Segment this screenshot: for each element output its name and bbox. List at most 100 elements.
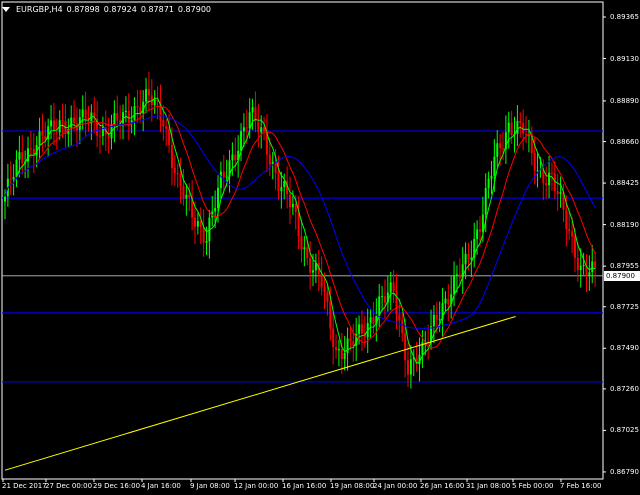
bull-candle	[251, 107, 254, 113]
bear-candle	[297, 212, 300, 237]
bear-candle	[395, 291, 398, 315]
bear-candle	[576, 257, 579, 270]
bear-candle	[326, 292, 329, 302]
bear-candle	[21, 152, 24, 164]
bear-candle	[352, 341, 355, 346]
bull-candle	[214, 207, 217, 212]
bull-candle	[432, 314, 435, 327]
bear-candle	[401, 320, 404, 334]
bull-candle	[217, 187, 220, 208]
bull-candle	[240, 131, 243, 151]
bear-candle	[9, 178, 12, 180]
bear-candle	[309, 258, 312, 273]
bull-candle	[389, 282, 392, 293]
bear-candle	[502, 148, 505, 150]
price-tick-label: 0.87260	[610, 384, 639, 393]
bear-candle	[407, 360, 410, 375]
bull-candle	[18, 152, 21, 160]
bear-candle	[199, 221, 202, 228]
time-tick-label: 19 Jan 08:00	[330, 482, 375, 490]
price-tick-label: 0.87725	[610, 302, 639, 311]
bear-candle	[323, 287, 326, 293]
chart-window[interactable]: EURGBP,H4 0.87898 0.87924 0.87871 0.8790…	[0, 0, 640, 495]
bull-candle	[476, 229, 479, 239]
close-value: 0.87900	[177, 4, 212, 14]
price-tick-label: 0.89130	[610, 54, 639, 63]
bull-candle	[225, 176, 228, 178]
bull-candle	[507, 122, 510, 133]
bear-candle	[55, 131, 58, 133]
bear-candle	[320, 273, 323, 288]
bear-candle	[329, 301, 332, 329]
price-tick-label: 0.88425	[610, 179, 639, 188]
bear-candle	[568, 229, 571, 232]
price-tick-label: 0.88190	[610, 220, 639, 229]
bull-candle	[337, 349, 340, 351]
bull-candle	[358, 324, 361, 334]
bear-candle	[288, 194, 291, 208]
high-value: 0.87924	[103, 4, 137, 14]
bull-candle	[453, 275, 456, 295]
bull-candle	[205, 241, 208, 243]
bear-candle	[294, 203, 297, 213]
bull-candle	[12, 177, 15, 180]
bear-candle	[335, 347, 338, 350]
bid-price-label: 0.87900	[604, 270, 640, 281]
bull-candle	[455, 274, 458, 276]
bear-candle	[306, 247, 309, 259]
bull-candle	[409, 359, 412, 375]
bear-candle	[116, 113, 119, 121]
bear-candle	[107, 134, 110, 139]
time-tick-label: 27 Dec 00:00	[45, 482, 93, 490]
symbol-label: EURGBP,H4	[16, 4, 63, 14]
price-tick-label: 0.87490	[610, 344, 639, 353]
bear-candle	[29, 148, 32, 150]
bull-candle	[27, 148, 30, 162]
bear-candle	[435, 314, 438, 320]
bear-candle	[510, 122, 513, 136]
bear-candle	[594, 261, 597, 270]
bull-candle	[283, 181, 286, 188]
bear-candle	[234, 154, 237, 161]
bull-candle	[484, 188, 487, 215]
bear-candle	[545, 183, 548, 186]
bull-candle	[280, 187, 283, 192]
trendline	[4, 315, 516, 471]
bear-candle	[127, 110, 130, 123]
bear-candle	[44, 135, 47, 140]
bull-candle	[493, 156, 496, 176]
bull-candle	[38, 131, 41, 146]
time-tick-label: 31 Jan 08:00	[466, 482, 511, 490]
bear-candle	[168, 129, 171, 145]
bull-candle	[81, 109, 84, 118]
collapse-triangle-icon[interactable]	[2, 6, 10, 12]
price-tick-label: 0.88660	[610, 137, 639, 146]
bear-candle	[550, 172, 553, 174]
bull-candle	[303, 247, 306, 250]
price-tick-label: 0.86790	[610, 467, 639, 476]
bear-candle	[478, 229, 481, 232]
time-tick-label: 12 Jan 00:00	[234, 482, 279, 490]
bear-candle	[533, 152, 536, 171]
bull-candle	[113, 113, 116, 125]
bear-candle	[565, 209, 568, 230]
bear-candle	[245, 127, 248, 129]
bear-candle	[467, 253, 470, 260]
time-tick-label: 4 Jan 16:00	[141, 482, 181, 490]
bear-candle	[176, 173, 179, 175]
price-axis[interactable]: 0.89365 0.89130 0.88890 0.88660 0.88425 0.881…	[604, 0, 640, 480]
bear-candle	[61, 120, 64, 122]
bear-candle	[372, 317, 375, 324]
bear-candle	[573, 236, 576, 258]
bear-candle	[525, 133, 528, 135]
price-chart-canvas[interactable]	[0, 0, 640, 495]
bear-candle	[447, 298, 450, 305]
bull-candle	[369, 317, 372, 324]
open-value: 0.87898	[66, 4, 100, 14]
bull-candle	[242, 127, 245, 132]
time-tick-label: 21 Dec 2017	[2, 482, 47, 490]
bear-candle	[165, 126, 168, 130]
bull-candle	[559, 192, 562, 194]
bear-candle	[553, 173, 556, 192]
bear-candle	[499, 143, 502, 149]
